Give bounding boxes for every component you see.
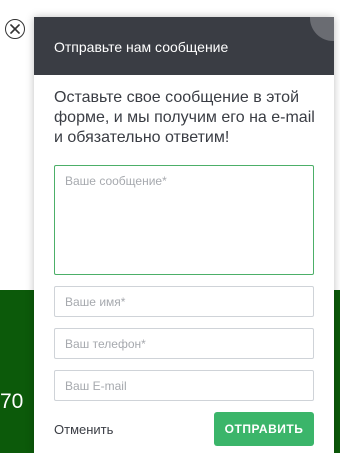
dialog-header: Отправьте нам сообщение (34, 17, 334, 75)
send-button[interactable]: ОТПРАВИТЬ (214, 412, 314, 446)
background-number: 70 (0, 390, 24, 413)
name-field[interactable] (54, 286, 314, 317)
cancel-link[interactable]: Отменить (54, 422, 113, 437)
phone-field[interactable] (54, 328, 314, 359)
email-field[interactable] (54, 370, 314, 401)
close-icon (10, 24, 20, 34)
dialog-title: Отправьте нам сообщение (54, 39, 229, 55)
close-button[interactable] (5, 19, 25, 39)
dialog-intro-text: Оставьте свое сообщение в этой форме, и … (54, 89, 315, 146)
contact-dialog: Отправьте нам сообщение Оставьте свое со… (34, 17, 334, 453)
message-field[interactable] (54, 165, 314, 275)
